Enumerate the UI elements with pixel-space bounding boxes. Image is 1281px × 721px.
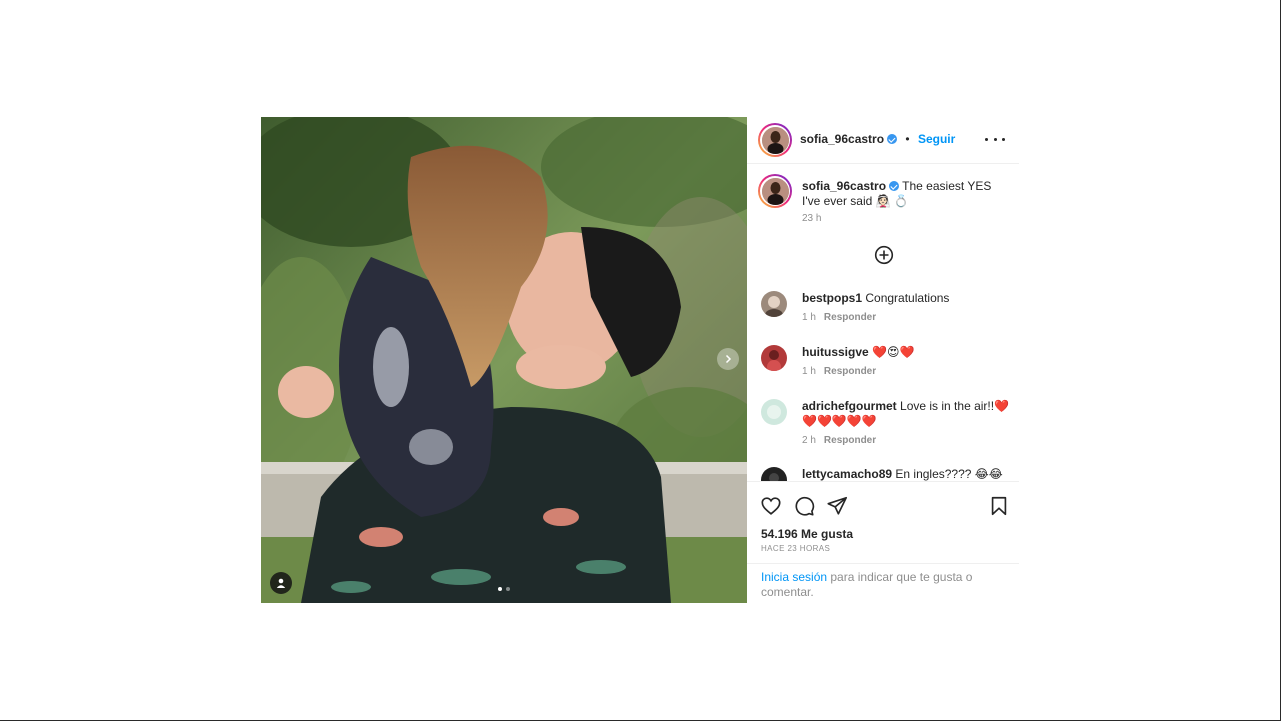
commenter-username[interactable]: adrichefgourmet bbox=[802, 399, 897, 413]
profile-photo-icon bbox=[761, 467, 787, 481]
commenter-avatar[interactable] bbox=[761, 291, 787, 317]
dot-separator: • bbox=[905, 132, 910, 146]
chevron-right-icon bbox=[725, 354, 732, 364]
login-prompt: Inicia sesión para indicar que te gusta … bbox=[747, 563, 1019, 606]
commenter-avatar[interactable] bbox=[761, 399, 787, 425]
comment-meta: 1 h Responder bbox=[802, 366, 876, 377]
reply-button[interactable]: Responder bbox=[824, 435, 876, 446]
more-dot bbox=[993, 137, 997, 141]
comment-meta: 2 h Responder bbox=[802, 435, 876, 446]
paper-plane-icon bbox=[827, 496, 847, 515]
verified-badge-icon bbox=[887, 134, 898, 144]
plus-circle-icon bbox=[874, 245, 894, 265]
carousel-dot-active bbox=[498, 587, 502, 591]
carousel-dot bbox=[506, 587, 510, 591]
commenter-username[interactable]: lettycamacho89 bbox=[802, 467, 892, 481]
profile-photo-icon bbox=[761, 126, 789, 154]
caption-username[interactable]: sofia_96castro bbox=[802, 179, 886, 193]
profile-photo-icon bbox=[761, 345, 787, 371]
login-link[interactable]: Inicia sesión bbox=[761, 570, 827, 584]
comments-list[interactable]: bestpops1 Congratulations 1 h Responder h… bbox=[747, 277, 1019, 481]
author-username[interactable]: sofia_96castro bbox=[800, 132, 884, 146]
post-timestamp: HACE 23 HORAS bbox=[761, 544, 831, 553]
commenter-avatar[interactable] bbox=[761, 467, 787, 481]
comment-text: ❤️😍❤️ bbox=[872, 345, 915, 359]
like-count[interactable]: 54.196 Me gusta bbox=[761, 527, 853, 541]
post-photo[interactable] bbox=[261, 117, 747, 603]
author-avatar[interactable] bbox=[758, 123, 792, 157]
comment-time: 1 h bbox=[802, 366, 816, 377]
caption-avatar[interactable] bbox=[758, 174, 792, 208]
more-options-button[interactable] bbox=[985, 131, 1005, 147]
profile-photo-icon bbox=[761, 399, 787, 425]
comment-button[interactable] bbox=[793, 495, 815, 517]
action-bar bbox=[747, 481, 1019, 524]
verified-badge-icon bbox=[889, 181, 900, 191]
reply-button[interactable]: Responder bbox=[824, 366, 876, 377]
commenter-username[interactable]: bestpops1 bbox=[802, 291, 862, 305]
carousel-indicator bbox=[261, 587, 747, 591]
commenter-username[interactable]: huitussigve bbox=[802, 345, 869, 359]
comment-icon bbox=[795, 496, 815, 516]
comment-time: 2 h bbox=[802, 435, 816, 446]
comment-meta: 1 h Responder bbox=[802, 312, 876, 323]
load-more-comments-button[interactable] bbox=[874, 245, 894, 265]
follow-button[interactable]: Seguir bbox=[918, 132, 955, 146]
reply-button[interactable]: Responder bbox=[824, 312, 876, 323]
share-button[interactable] bbox=[826, 495, 848, 517]
post-header: sofia_96castro • Seguir bbox=[747, 117, 1019, 164]
commenter-avatar[interactable] bbox=[761, 345, 787, 371]
save-button[interactable] bbox=[988, 495, 1010, 517]
profile-photo-icon bbox=[761, 291, 787, 317]
caption-time: 23 h bbox=[802, 213, 822, 224]
comment-time: 1 h bbox=[802, 312, 816, 323]
more-dot bbox=[1002, 137, 1005, 141]
heart-icon bbox=[761, 497, 781, 515]
next-slide-button[interactable] bbox=[717, 348, 739, 370]
couple-kissing-photo bbox=[261, 117, 747, 603]
bookmark-icon bbox=[991, 496, 1007, 516]
comment-text: Congratulations bbox=[865, 291, 950, 305]
post-side-panel: sofia_96castro • Seguir sofia_96castro T… bbox=[747, 117, 1019, 603]
like-button[interactable] bbox=[760, 495, 782, 517]
comment-text: En ingles???? 😂😂 bbox=[895, 467, 1003, 481]
profile-photo-icon bbox=[761, 177, 789, 205]
more-dot bbox=[985, 137, 988, 141]
